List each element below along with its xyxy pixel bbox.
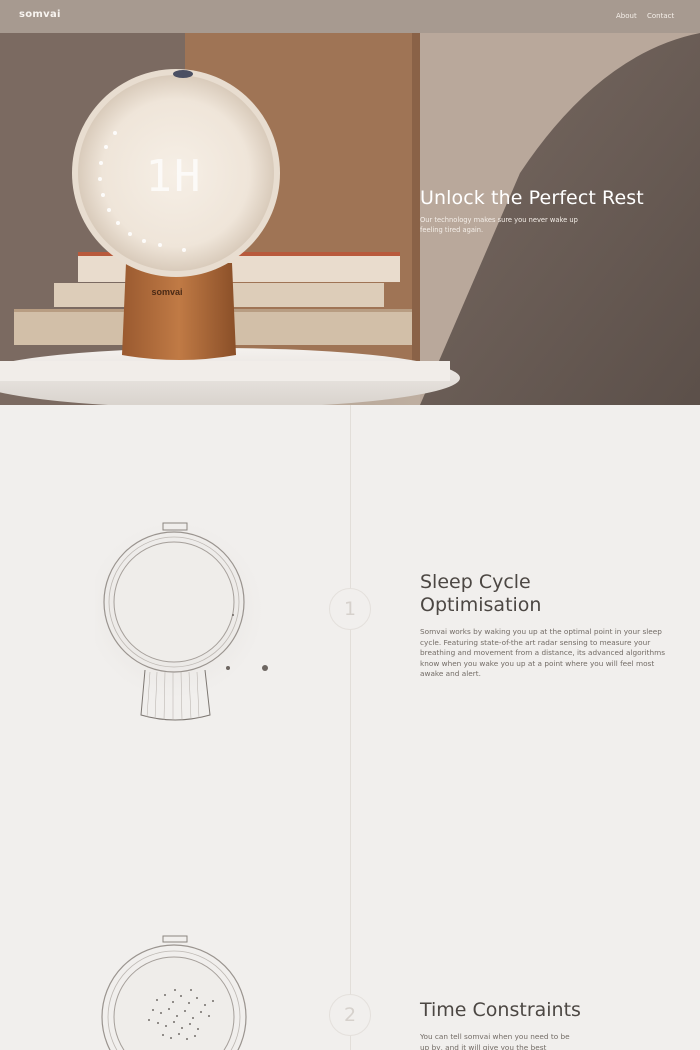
hero-photo: somvai 1H (0, 33, 700, 405)
feature-title-2: Time Constraints (420, 999, 581, 1021)
feature-title-1: Sleep Cycle Optimisation (420, 571, 620, 617)
feature-body-2: You can tell somvai when you need to be … (420, 1032, 570, 1050)
device-display-text: 1H (146, 151, 203, 202)
device-wireframe-illustration (95, 522, 268, 721)
feature-body-1: Somvai works by waking you up at the opt… (420, 627, 665, 678)
timeline-line (350, 405, 351, 1050)
hero-subtitle: Our technology makes sure you never wake… (420, 216, 578, 234)
top-nav: somvai About Contact (0, 0, 700, 33)
step-number-1: 1 (329, 588, 371, 630)
brand-logo[interactable]: somvai (19, 9, 61, 20)
nav-link-about[interactable]: About (616, 12, 637, 20)
feature-title-1-line2: Optimisation (420, 594, 542, 616)
nav-link-contact[interactable]: Contact (647, 12, 674, 20)
device-brand-text: somvai (151, 287, 182, 297)
step-number-2: 2 (329, 994, 371, 1036)
hero-section: somvai 1H Unlock the Perfect Rest Our te… (0, 33, 700, 405)
features-section: 1 Sleep Cycle Optimisation Somvai works … (0, 405, 700, 1050)
hero-title: Unlock the Perfect Rest (420, 187, 644, 209)
feature-title-1-line1: Sleep Cycle (420, 571, 531, 593)
device-radar-illustration (101, 935, 247, 1050)
